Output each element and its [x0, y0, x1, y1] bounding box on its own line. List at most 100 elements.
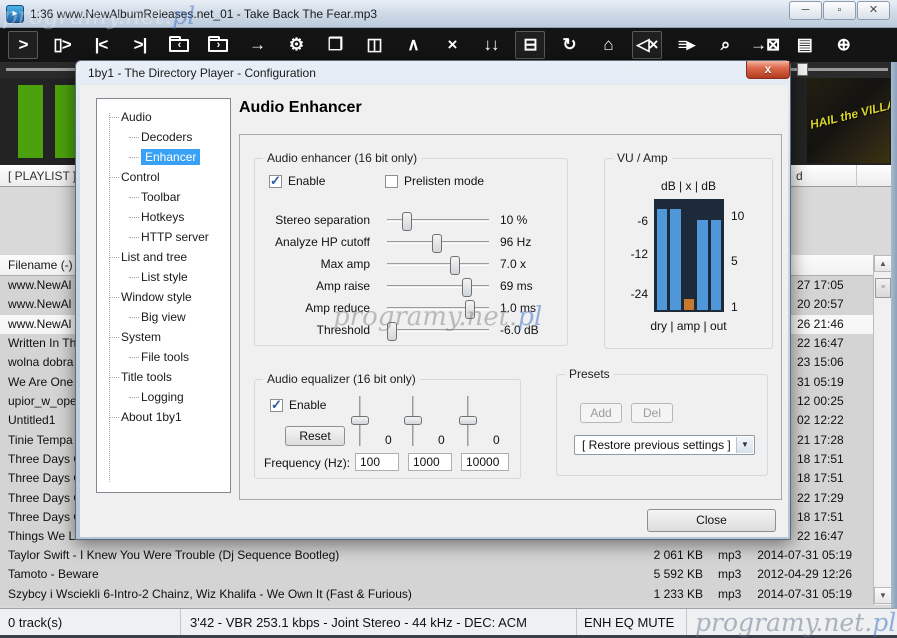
tree-item-list-style[interactable]: List style [97, 267, 230, 287]
dialog-close-button[interactable]: x [746, 61, 790, 79]
vu-tick-right: 10 [731, 209, 744, 223]
previous-track-button[interactable]: |< [86, 31, 116, 59]
minimize-button[interactable]: ─ [789, 1, 822, 20]
equalizer-enable-checkbox[interactable]: Enable [270, 398, 326, 412]
vu-tick-left: -24 [631, 287, 648, 301]
vu-scale-label: dB | x | dB [605, 179, 772, 193]
home-button[interactable]: ⌂ [593, 31, 623, 59]
list-item[interactable]: Taylor Swift - I Knew You Were Trouble (… [0, 546, 873, 565]
horizontal-split-button[interactable]: ⊟ [515, 31, 545, 59]
analyze-hp-cutoff-slider[interactable] [387, 241, 489, 244]
slider-thumb[interactable] [404, 416, 422, 425]
dialog-close-action-button[interactable]: Close [647, 509, 776, 532]
tree-item-audio[interactable]: Audio [97, 107, 230, 127]
eq-freq-3-input[interactable]: 10000 [461, 453, 509, 471]
window-mode-button[interactable]: ❐ [320, 31, 350, 59]
slider-thumb[interactable] [450, 256, 460, 275]
tree-item-enhancer[interactable]: Enhancer [97, 147, 230, 167]
tree-item-control[interactable]: Control [97, 167, 230, 187]
mute-speaker-icon: ◁× [636, 35, 657, 55]
list-item[interactable]: Szybcy i Wsciekli 6-Intro-2 Chainz, Wiz … [0, 585, 873, 604]
tree-item-title-tools[interactable]: Title tools [97, 367, 230, 387]
main-titlebar: ▸ 1:36 www.NewAlbumReleases.net_01 - Tak… [0, 0, 897, 28]
tree-item-hotkeys[interactable]: Hotkeys [97, 207, 230, 227]
playlist-edit-icon: ≡▸ [678, 35, 694, 55]
window-title: 1:36 www.NewAlbumReleases.net_01 - Take … [30, 7, 377, 21]
collapse-button[interactable]: ∧ [398, 31, 428, 59]
slider-thumb[interactable] [459, 416, 477, 425]
scroll-down-button[interactable]: ▼ [874, 587, 892, 604]
tree-item-about[interactable]: About 1by1 [97, 407, 230, 427]
eq-band-3-slider[interactable] [458, 396, 478, 446]
tree-item-logging[interactable]: Logging [97, 387, 230, 407]
slider-thumb[interactable] [387, 322, 397, 341]
playlist-edit-button[interactable]: ≡▸ [671, 31, 701, 59]
pause-button[interactable]: ▯> [47, 31, 77, 59]
max-amp-slider[interactable] [387, 263, 489, 266]
split-view-button[interactable]: ◫ [359, 31, 389, 59]
continue-button[interactable]: → [242, 31, 272, 59]
maximize-button[interactable]: ▫ [823, 1, 856, 20]
close-button[interactable]: ✕ [857, 1, 890, 20]
next-track-button[interactable]: >| [125, 31, 155, 59]
vu-bar-dry-left [657, 209, 667, 310]
settings-button[interactable]: ⚙ [281, 31, 311, 59]
vu-meter [654, 199, 724, 312]
tree-item-list-and-tree[interactable]: List and tree [97, 247, 230, 267]
amp-raise-slider[interactable] [387, 285, 489, 288]
slider-thumb[interactable] [351, 416, 369, 425]
app-window: ▸ 1:36 www.NewAlbumReleases.net_01 - Tak… [0, 0, 897, 638]
close-list-button[interactable]: × [437, 31, 467, 59]
list-scrollbar[interactable]: ▲ ≡ ▼ [873, 255, 891, 605]
amp-reduce-slider[interactable] [387, 307, 489, 310]
prelisten-mode-checkbox[interactable]: Prelisten mode [385, 174, 484, 188]
vu-bar-dry-right [670, 209, 680, 310]
stereo-separation-row: Stereo separation 10 % [255, 210, 569, 230]
search-button[interactable]: ⌕ [710, 31, 740, 59]
list-item[interactable]: Tamoto - Beware5 592 KBmp32012-04-29 12:… [0, 565, 873, 584]
enhancer-enable-checkbox[interactable]: Enable [269, 174, 325, 188]
playlist-header-right-partial: d [796, 169, 803, 183]
slider-thumb[interactable] [462, 278, 472, 297]
level-meter-left [18, 85, 43, 158]
info-panel-button[interactable]: ▤ [789, 31, 819, 59]
tree-item-file-tools[interactable]: File tools [97, 347, 230, 367]
threshold-slider[interactable] [387, 329, 489, 332]
delete-preset-button[interactable]: Del [631, 403, 673, 423]
tree-item-http-server[interactable]: HTTP server [97, 227, 230, 247]
stereo-separation-slider[interactable] [387, 219, 489, 222]
playlist-header[interactable]: [ PLAYLIST ] [8, 169, 76, 183]
play-button[interactable]: > [8, 31, 38, 59]
reset-button[interactable]: Reset [285, 426, 345, 446]
vu-bar-out-right [711, 220, 721, 310]
codec-info: 3'42 - VBR 253.1 kbps - Joint Stereo - 4… [190, 615, 527, 630]
add-preset-button[interactable]: Add [580, 403, 622, 423]
tree-item-window-style[interactable]: Window style [97, 287, 230, 307]
slider-thumb[interactable] [465, 300, 475, 319]
sort-button[interactable]: ↓↓ [476, 31, 506, 59]
mute-button[interactable]: ◁× [632, 31, 662, 59]
time-button[interactable]: ⊕ [828, 31, 858, 59]
vu-bar-amp [684, 299, 694, 310]
tree-item-decoders[interactable]: Decoders [97, 127, 230, 147]
scroll-thumb[interactable]: ≡ [875, 278, 891, 298]
previous-folder-button[interactable]: ‹ [164, 31, 194, 59]
repeat-button[interactable]: ↻ [554, 31, 584, 59]
tree-item-big-view[interactable]: Big view [97, 307, 230, 327]
seek-thumb[interactable] [797, 63, 808, 76]
tree-item-toolbar[interactable]: Toolbar [97, 187, 230, 207]
slider-thumb[interactable] [402, 212, 412, 231]
eq-freq-1-input[interactable]: 100 [355, 453, 399, 471]
presets-dropdown[interactable]: [ Restore previous settings ] ▼ [574, 435, 755, 455]
goto-current-button[interactable]: →⊠ [749, 31, 780, 59]
main-toolbar: > ▯> |< >| ‹ › → ⚙ ❐ ◫ ∧ × ↓↓ ⊟ ↻ ⌂ ◁× ≡… [0, 28, 897, 62]
play-icon: > [19, 35, 28, 55]
eq-band-1-slider[interactable] [350, 396, 370, 446]
slider-thumb[interactable] [432, 234, 442, 253]
eq-freq-2-input[interactable]: 1000 [408, 453, 452, 471]
next-folder-button[interactable]: › [203, 31, 233, 59]
eq-band-2-slider[interactable] [403, 396, 423, 446]
scroll-up-button[interactable]: ▲ [874, 255, 892, 272]
tree-item-system[interactable]: System [97, 327, 230, 347]
previous-folder-icon: ‹ [169, 39, 189, 52]
